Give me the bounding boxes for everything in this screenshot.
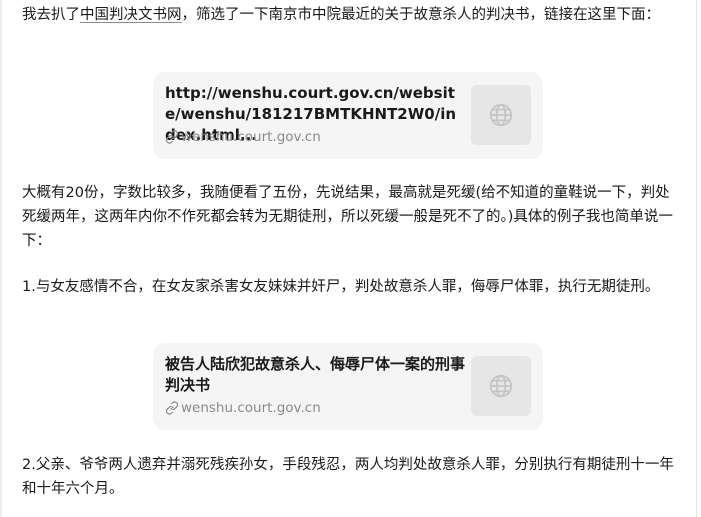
globe-icon [489, 374, 513, 398]
paragraph-case-2: 2.父亲、爷爷两人遗弃并溺死残疾孙女，手段残忍，两人均判处故意杀人罪，分别执行有… [22, 457, 674, 497]
paragraph-case-1: 1.与女友感情不合，在女友家杀害女友妹妹并奸尸，判处故意杀人罪，侮辱尸体罪，执行… [22, 279, 660, 295]
paragraph-intro-before: 我去扒了 [22, 7, 80, 23]
link-card-source: wenshu.court.gov.cn [165, 128, 321, 146]
link-card-source: wenshu.court.gov.cn [165, 399, 321, 417]
wenshu-site-link[interactable]: 中国判决文书网 [80, 7, 182, 23]
link-card-thumbnail [471, 356, 531, 416]
link-card-domain: wenshu.court.gov.cn [181, 129, 321, 145]
link-icon [165, 130, 179, 144]
link-icon [165, 401, 179, 415]
globe-icon [489, 103, 513, 127]
link-card-title: 被告人陆欣犯故意杀人、侮辱尸体一案的刑事判决书 [165, 355, 466, 394]
right-border [696, 0, 697, 517]
paragraph-intro: 我去扒了中国判决文书网，筛选了一下南京市中院最近的关于故意杀人的判决书，链接在这… [22, 3, 678, 27]
link-card-wenshu-index[interactable]: http://wenshu.court.gov.cn/website/wensh… [153, 72, 543, 159]
link-card-domain: wenshu.court.gov.cn [181, 400, 321, 416]
paragraph-summary: 大概有20份，字数比较多，我随便看了五份，先说结果，最高就是死缓(给不知道的童鞋… [22, 185, 673, 249]
paragraph-intro-after: ，筛选了一下南京市中院最近的关于故意杀人的判决书，链接在这里下面： [181, 7, 661, 23]
link-card-judgment[interactable]: 被告人陆欣犯故意杀人、侮辱尸体一案的刑事判决书 wenshu.court.gov… [153, 343, 543, 430]
article-page: 我去扒了中国判决文书网，筛选了一下南京市中院最近的关于故意杀人的判决书，链接在这… [0, 0, 701, 517]
link-card-thumbnail [471, 85, 531, 145]
left-border [0, 0, 2, 517]
